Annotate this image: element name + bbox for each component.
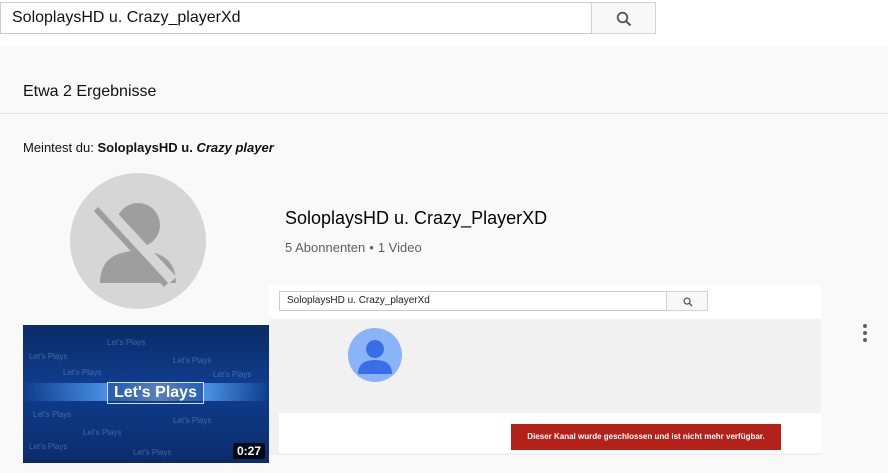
svg-text:Let's Plays: Let's Plays: [173, 416, 211, 425]
no-avatar-icon: [93, 198, 177, 288]
search-query-text[interactable]: SoloplaysHD u. Crazy_playerXd: [12, 9, 241, 27]
embedded-screenshot: SoloplaysHD u. Crazy_playerXd Dieser Kan…: [269, 285, 821, 455]
person-icon: [358, 340, 392, 374]
svg-text:Let's Plays: Let's Plays: [83, 428, 121, 437]
spelling-suggestion: Meintest du: SoloplaysHD u. Crazy player: [23, 140, 274, 155]
results-count: Etwa 2 Ergebnisse: [23, 83, 157, 100]
channel-closed-message: Dieser Kanal wurde geschlossen und ist n…: [511, 424, 781, 450]
more-vert-icon[interactable]: [859, 324, 871, 344]
subscriber-count: 5 Abonnenten: [285, 240, 366, 255]
svg-text:Let's Plays: Let's Plays: [133, 448, 171, 457]
embed-avatar: [348, 328, 402, 382]
search-button[interactable]: [591, 2, 656, 34]
search-icon: [683, 297, 693, 307]
video-thumbnail[interactable]: Let's Plays Let's Plays Let's Plays Let'…: [23, 325, 269, 463]
embed-banner: Dieser Kanal wurde geschlossen und ist n…: [279, 413, 821, 453]
thumbnail-title: Let's Plays: [107, 382, 204, 404]
meta-separator: •: [369, 240, 374, 255]
divider: [0, 113, 888, 114]
suggestion-italic: Crazy player: [196, 140, 274, 155]
embed-masthead: SoloplaysHD u. Crazy_playerXd: [269, 285, 821, 319]
svg-text:Let's Plays: Let's Plays: [63, 368, 101, 377]
channel-title[interactable]: SoloplaysHD u. Crazy_PlayerXD: [285, 208, 547, 229]
suggestion-prefix: Meintest du:: [23, 140, 94, 155]
svg-text:Let's Plays: Let's Plays: [29, 442, 67, 451]
embed-search-input: SoloplaysHD u. Crazy_playerXd: [279, 291, 667, 311]
svg-text:Let's Plays: Let's Plays: [213, 370, 251, 379]
embed-search-button: [666, 291, 708, 311]
masthead: SoloplaysHD u. Crazy_playerXd: [0, 0, 888, 46]
svg-text:Let's Plays: Let's Plays: [107, 338, 145, 347]
suggestion-bold: SoloplaysHD u.: [97, 140, 193, 155]
search-input[interactable]: SoloplaysHD u. Crazy_playerXd: [0, 2, 592, 34]
channel-meta: 5 Abonnenten • 1 Video: [285, 240, 422, 255]
video-count: 1 Video: [377, 240, 422, 255]
svg-text:Let's Plays: Let's Plays: [33, 410, 71, 419]
search-icon: [616, 11, 632, 27]
svg-text:Let's Plays: Let's Plays: [173, 356, 211, 365]
svg-text:Let's Plays: Let's Plays: [29, 352, 67, 361]
channel-avatar[interactable]: [70, 173, 206, 309]
embed-search-text: SoloplaysHD u. Crazy_playerXd: [287, 295, 430, 306]
suggestion-link[interactable]: SoloplaysHD u. Crazy player: [97, 140, 273, 155]
video-duration: 0:27: [232, 443, 265, 459]
